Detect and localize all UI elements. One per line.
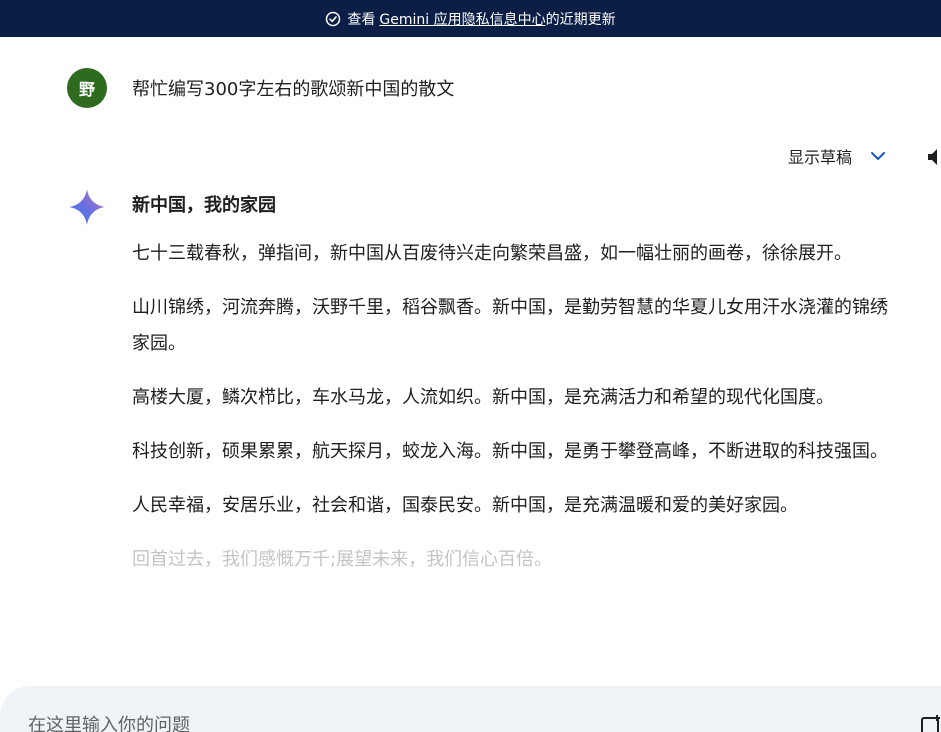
response-paragraph: 回首过去，我们感慨万千;展望未来，我们信心百倍。 xyxy=(132,549,553,570)
response-title: 新中国，我的家园 xyxy=(132,195,276,216)
privacy-banner: 查看 Gemini 应用隐私信息中心 的近期更新 xyxy=(0,0,941,37)
user-prompt-text: 帮忙编写300字左右的歌颂新中国的散文 xyxy=(132,79,455,100)
response-paragraph: 科技创新，硕果累累，航天探月，蛟龙入海。新中国，是勇于攀登高峰，不断进取的科技强… xyxy=(132,441,888,462)
speaker-icon[interactable] xyxy=(926,146,941,168)
privacy-hub-link[interactable]: Gemini 应用隐私信息中心 xyxy=(379,9,545,29)
response-paragraph: 山川锦绣，河流奔腾，沃野千里，稻谷飘香。新中国，是勤劳智慧的华夏儿女用汗水浇灌的… xyxy=(132,297,888,354)
image-upload-icon[interactable] xyxy=(920,714,941,732)
response-body: 新中国，我的家园 七十三载春秋，弹指间，新中国从百废待兴走向繁荣昌盛，如一幅壮丽… xyxy=(132,190,900,596)
show-drafts-label: 显示草稿 xyxy=(788,148,853,167)
gemini-spark-icon xyxy=(68,188,106,226)
gemini-chat-page: 查看 Gemini 应用隐私信息中心 的近期更新 野 帮忙编写300字左右的歌颂… xyxy=(0,0,941,732)
avatar[interactable]: 野 xyxy=(67,68,107,108)
show-drafts-button[interactable]: 显示草稿 xyxy=(788,144,888,168)
prompt-input[interactable] xyxy=(26,712,880,732)
prompt-input-bar xyxy=(0,686,941,732)
chevron-down-icon xyxy=(868,146,888,166)
banner-suffix: 的近期更新 xyxy=(545,11,616,28)
response-paragraph: 七十三载春秋，弹指间，新中国从百废待兴走向繁荣昌盛，如一幅壮丽的画卷，徐徐展开。 xyxy=(132,243,852,264)
response-paragraph: 人民幸福，安居乐业，社会和谐，国泰民安。新中国，是充满温暖和爱的美好家园。 xyxy=(132,495,798,516)
shield-check-icon xyxy=(325,11,341,27)
banner-prefix: 查看 xyxy=(347,11,376,28)
user-prompt-row: 野 帮忙编写300字左右的歌颂新中国的散文 xyxy=(67,68,454,108)
response-paragraph: 高楼大厦，鳞次栉比，车水马龙，人流如织。新中国，是充满活力和希望的现代化国度。 xyxy=(132,387,834,408)
